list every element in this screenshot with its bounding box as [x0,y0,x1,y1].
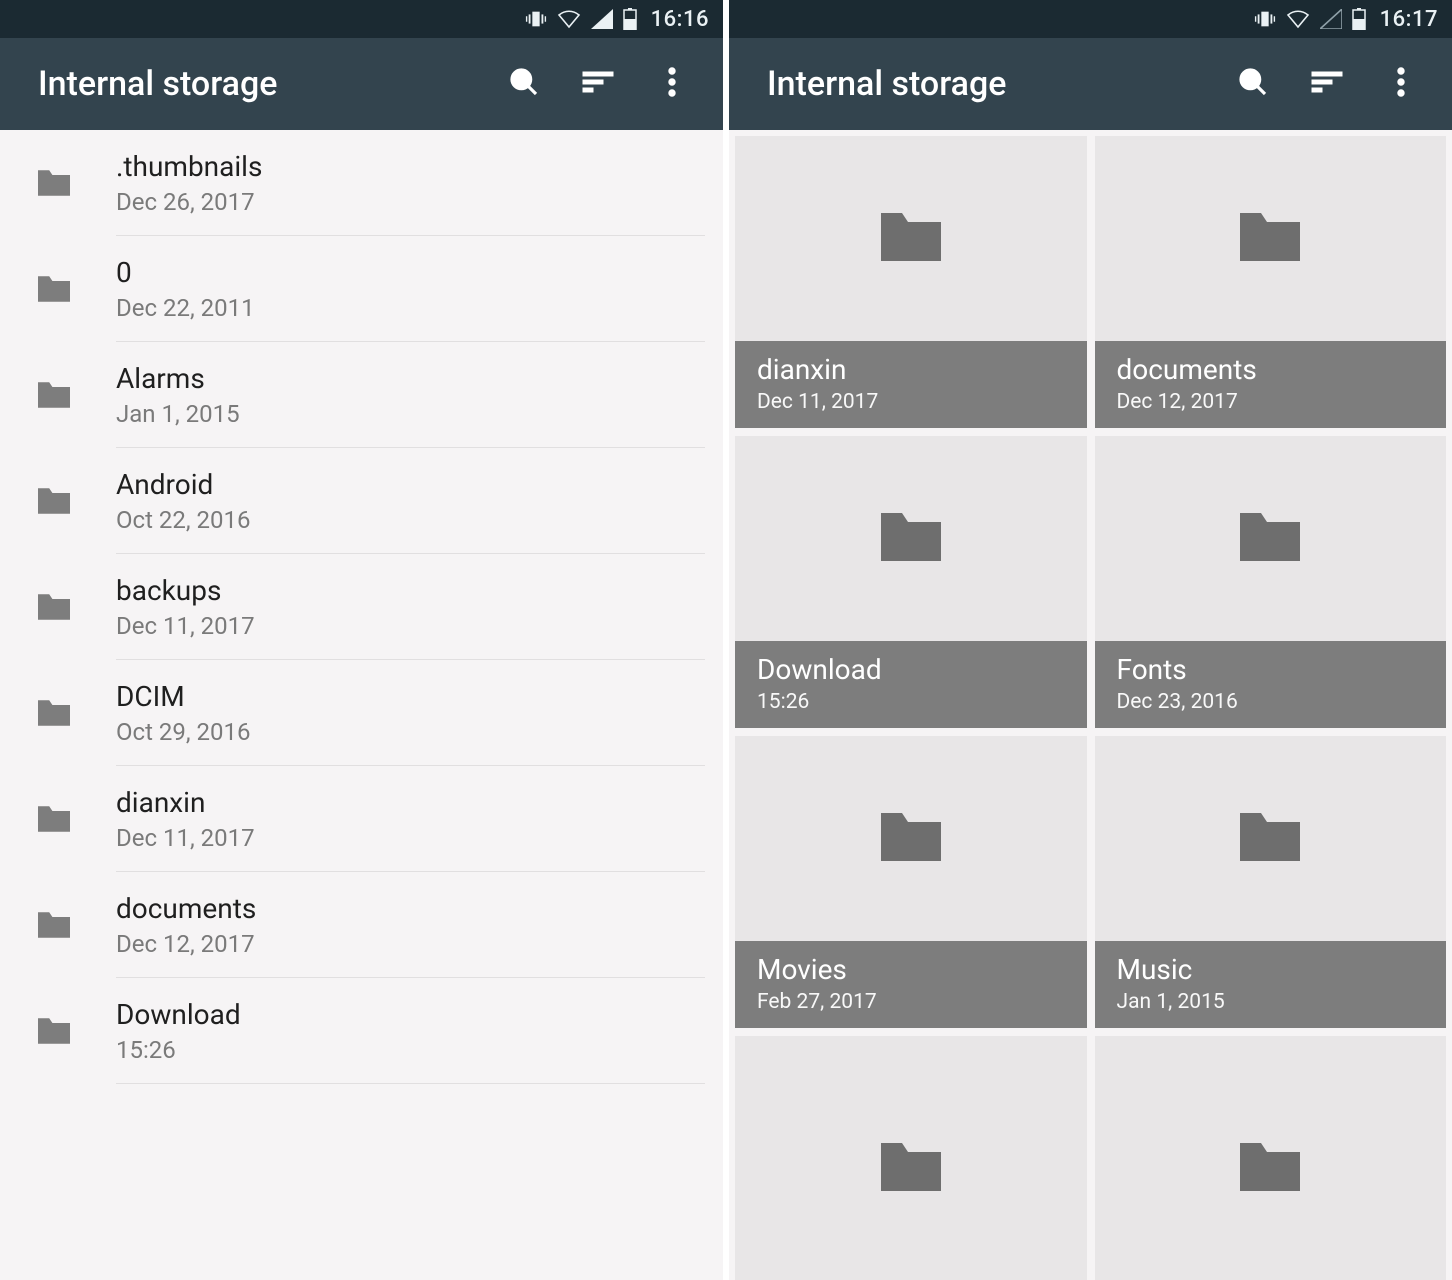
file-name: Download [116,997,705,1032]
list-item[interactable]: .thumbnails Dec 26, 2017 [0,130,723,236]
page-title: Internal storage [38,64,483,104]
file-list: .thumbnails Dec 26, 2017 0 Dec 22, 2011 Al… [0,130,723,1280]
wifi-icon [1286,9,1310,29]
more-vert-icon [1397,67,1405,101]
battery-icon [623,8,637,30]
file-grid: dianxin Dec 11, 2017 documents Dec 12, 201… [729,130,1452,1280]
overflow-menu-button[interactable] [639,51,705,117]
file-date: Dec 26, 2017 [116,188,705,216]
list-item[interactable]: 0 Dec 22, 2011 [0,236,723,342]
sort-button[interactable] [1294,51,1360,117]
file-date: Dec 11, 2017 [757,390,1065,414]
file-date: 15:26 [757,690,1065,714]
folder-icon [874,507,948,571]
status-clock: 16:16 [651,7,709,32]
list-item[interactable]: DCIM Oct 29, 2016 [0,660,723,766]
search-icon [508,66,540,102]
file-date: 15:26 [116,1036,705,1064]
sort-button[interactable] [565,51,631,117]
status-bar: 16:16 [0,0,723,38]
folder-icon [24,909,84,941]
folder-icon [24,697,84,729]
wifi-icon [557,9,581,29]
grid-item[interactable]: Movies Feb 27, 2017 [735,736,1087,1028]
folder-icon [24,273,84,305]
sort-icon [1310,68,1344,100]
grid-item[interactable] [1095,1036,1447,1280]
list-item[interactable]: Download 15:26 [0,978,723,1084]
file-name: 0 [116,255,705,290]
file-date: Dec 12, 2017 [1117,390,1425,414]
file-name: dianxin [757,353,1065,386]
grid-item[interactable] [735,1036,1087,1280]
signal-icon [1320,9,1342,29]
file-name: Music [1117,953,1425,986]
grid-item[interactable]: Download 15:26 [735,436,1087,728]
folder-icon [874,1137,948,1201]
vibrate-icon [525,8,547,30]
file-name: Fonts [1117,653,1425,686]
file-name: dianxin [116,785,705,820]
search-button[interactable] [1220,51,1286,117]
app-bar: Internal storage [729,38,1452,130]
file-date: Jan 1, 2015 [116,400,705,428]
file-date: Dec 12, 2017 [116,930,705,958]
status-bar: 16:17 [729,0,1452,38]
file-name: backups [116,573,705,608]
list-item[interactable]: dianxin Dec 11, 2017 [0,766,723,872]
list-item[interactable]: Android Oct 22, 2016 [0,448,723,554]
battery-icon [1352,8,1366,30]
more-vert-icon [668,67,676,101]
file-name: Android [116,467,705,502]
file-date: Dec 22, 2011 [116,294,705,322]
file-date: Oct 29, 2016 [116,718,705,746]
search-icon [1237,66,1269,102]
file-name: documents [1117,353,1425,386]
file-date: Feb 27, 2017 [757,990,1065,1014]
list-item[interactable]: documents Dec 12, 2017 [0,872,723,978]
grid-item[interactable]: Fonts Dec 23, 2016 [1095,436,1447,728]
file-name: Download [757,653,1065,686]
folder-icon [874,207,948,271]
grid-item[interactable]: documents Dec 12, 2017 [1095,136,1447,428]
file-name: Movies [757,953,1065,986]
file-name: documents [116,891,705,926]
grid-item[interactable]: Music Jan 1, 2015 [1095,736,1447,1028]
list-item[interactable]: backups Dec 11, 2017 [0,554,723,660]
screen-grid-view: 16:17 Internal storage [723,0,1452,1280]
folder-icon [24,803,84,835]
folder-icon [1233,807,1307,871]
app-bar: Internal storage [0,38,723,130]
folder-icon [1233,507,1307,571]
file-date: Dec 11, 2017 [116,612,705,640]
file-name: .thumbnails [116,149,705,184]
search-button[interactable] [491,51,557,117]
folder-icon [1233,1137,1307,1201]
status-clock: 16:17 [1380,7,1438,32]
file-date: Dec 11, 2017 [116,824,705,852]
vibrate-icon [1254,8,1276,30]
folder-icon [24,485,84,517]
overflow-menu-button[interactable] [1368,51,1434,117]
folder-icon [24,591,84,623]
file-date: Oct 22, 2016 [116,506,705,534]
folder-icon [24,379,84,411]
file-name: DCIM [116,679,705,714]
signal-icon [591,9,613,29]
file-date: Dec 23, 2016 [1117,690,1425,714]
screen-list-view: 16:16 Internal storage [0,0,723,1280]
list-item[interactable]: Alarms Jan 1, 2015 [0,342,723,448]
folder-icon [24,167,84,199]
page-title: Internal storage [767,64,1212,104]
file-name: Alarms [116,361,705,396]
grid-item[interactable]: dianxin Dec 11, 2017 [735,136,1087,428]
folder-icon [24,1015,84,1047]
sort-icon [581,68,615,100]
folder-icon [1233,207,1307,271]
folder-icon [874,807,948,871]
file-date: Jan 1, 2015 [1117,990,1425,1014]
